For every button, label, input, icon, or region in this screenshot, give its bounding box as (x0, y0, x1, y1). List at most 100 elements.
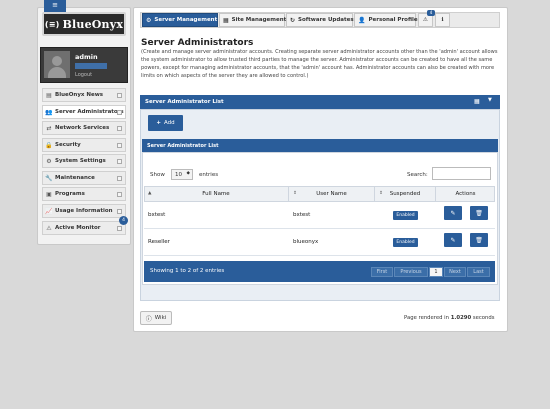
users-icon: 👥 (45, 108, 53, 116)
delete-button[interactable]: 🗑 (470, 206, 488, 220)
info-icon: ⓘ (145, 315, 152, 323)
pencil-icon: ✎ (450, 209, 456, 217)
status-badge: Enabled (393, 211, 418, 220)
page-size-value: 10 (175, 171, 182, 178)
wrench-icon: 🔧 (45, 174, 53, 182)
news-icon: ▤ (46, 91, 52, 99)
sidebar-item-active-monitor[interactable]: ⚠ Active Monitor (42, 221, 126, 235)
logo-mark: (≡) (44, 19, 60, 29)
expand-icon[interactable] (117, 93, 122, 98)
pagination-next[interactable]: Next (444, 267, 466, 277)
sidebar-item-blueonyx-news[interactable]: ▤ BlueOnyx News (42, 88, 126, 102)
expand-icon[interactable] (117, 159, 122, 164)
cell-user-name: bxtest (293, 212, 311, 218)
pagination-last[interactable]: Last (467, 267, 490, 277)
column-label: User Name (316, 191, 347, 197)
edit-button[interactable]: ✎ (444, 206, 462, 220)
tab-software-updates[interactable]: ↻ Software Updates (286, 13, 354, 27)
column-suspended[interactable]: ⇕ Suspended (375, 186, 436, 202)
menu-icon: ≡ (52, 1, 58, 9)
tab-label: Site Management (231, 17, 287, 23)
sidebar-item-label: Active Monitor (55, 225, 101, 231)
active-monitor-badge: 4 (119, 216, 128, 225)
avatar (44, 51, 70, 78)
pagination-first[interactable]: First (371, 267, 393, 277)
user-icon: 👤 (358, 16, 366, 24)
sidebar-item-programs[interactable]: ▣ Programs (42, 187, 126, 201)
table-panel-title: Server Administrator List (147, 142, 219, 149)
sidebar-item-usage-information[interactable]: 📈 Usage Information (42, 204, 126, 218)
sidebar-item-label: Network Services (55, 125, 110, 131)
column-label: Suspended (389, 191, 421, 197)
table-row (144, 202, 495, 229)
expand-icon[interactable] (117, 126, 122, 131)
status-badge: Enabled (393, 238, 418, 247)
trash-icon: 🗑 (475, 209, 483, 217)
gear-icon: ⚙ (146, 16, 152, 24)
page-size-select[interactable]: 10 ◆ (171, 169, 193, 180)
page-description: (Create and manage server administrator … (141, 49, 498, 79)
table-panel-header: Server Administrator List (142, 139, 498, 152)
expand-icon[interactable] (117, 209, 122, 214)
logo-ribbon: ≡ (44, 0, 66, 12)
network-icon: ⇄ (46, 124, 52, 132)
add-button[interactable]: + Add (148, 115, 183, 131)
pagination-previous[interactable]: Previous (394, 267, 428, 277)
pagination-current[interactable]: 1 (429, 267, 443, 277)
sidebar-item-maintenance[interactable]: 🔧 Maintenance (42, 171, 126, 185)
tab-label: Software Updates (298, 17, 354, 23)
list-panel-header: Server Administrator List (140, 95, 500, 109)
sidebar-item-network-services[interactable]: ⇄ Network Services (42, 121, 126, 135)
expand-icon[interactable] (117, 110, 122, 115)
sidebar-item-label: Usage Information (55, 208, 113, 214)
column-actions: Actions (436, 186, 495, 202)
logo-text: BlueOnyx (62, 17, 124, 31)
info-button[interactable]: ℹ (435, 13, 450, 27)
expand-icon[interactable] (117, 176, 122, 181)
expand-icon[interactable] (117, 192, 122, 197)
logo[interactable]: (≡) BlueOnyx (42, 12, 126, 36)
delete-button[interactable]: 🗑 (470, 233, 488, 247)
render-suffix: seconds (472, 315, 495, 321)
sidebar-item-server-administrators[interactable]: 👥 Server Administrators (42, 105, 126, 119)
render-time: Page rendered in 1.0290 seconds (404, 315, 494, 321)
add-label: Add (163, 120, 175, 126)
programs-icon: ▣ (46, 190, 52, 198)
showing-entries: Showing 1 to 2 of 2 entries (150, 268, 225, 274)
sites-icon: ▦ (223, 16, 229, 24)
sidebar-item-label: BlueOnyx News (55, 92, 104, 98)
entries-label: entries (199, 172, 219, 178)
sidebar-item-label: System Settings (55, 158, 106, 164)
sidebar-item-label: Security (55, 142, 81, 148)
wiki-button[interactable]: ⓘ Wiki (140, 311, 172, 325)
column-full-name[interactable]: ▲ Full Name (144, 186, 289, 202)
column-label: Full Name (202, 191, 230, 197)
grid-icon[interactable]: ▦ (474, 98, 482, 105)
tab-personal-profile[interactable]: 👤 Personal Profile (354, 13, 418, 27)
expand-icon[interactable] (117, 226, 122, 231)
gear-icon: ⚙ (46, 157, 52, 165)
user-profile-link[interactable] (75, 63, 107, 69)
search-input[interactable] (432, 167, 491, 180)
cell-user-name: blueonyx (293, 239, 319, 245)
edit-button[interactable]: ✎ (444, 233, 462, 247)
column-user-name[interactable]: ⇕ User Name (289, 186, 375, 202)
expand-icon[interactable] (117, 143, 122, 148)
sidebar-item-security[interactable]: 🔒 Security (42, 138, 126, 152)
pencil-icon: ✎ (450, 236, 456, 244)
plus-icon: + (156, 120, 161, 126)
search-label: Search: (407, 172, 428, 178)
logout-link[interactable]: Logout (75, 72, 92, 78)
sidebar-item-label: Programs (55, 191, 85, 197)
monitor-icon: ⚠ (46, 224, 52, 232)
caret-down-icon[interactable]: ▼ (488, 97, 492, 103)
info-icon: ℹ (441, 17, 444, 23)
tab-site-management[interactable]: ▦ Site Management (219, 13, 287, 27)
tab-server-management[interactable]: ⚙ Server Management (142, 13, 218, 27)
cell-full-name: bxtest (148, 212, 166, 218)
cell-full-name: Reseller (148, 239, 170, 245)
render-value: 1.0290 (450, 315, 472, 321)
chevron-down-icon: ◆ (186, 171, 190, 176)
sort-asc-icon: ▲ (148, 191, 152, 196)
sidebar-item-system-settings[interactable]: ⚙ System Settings (42, 154, 126, 168)
